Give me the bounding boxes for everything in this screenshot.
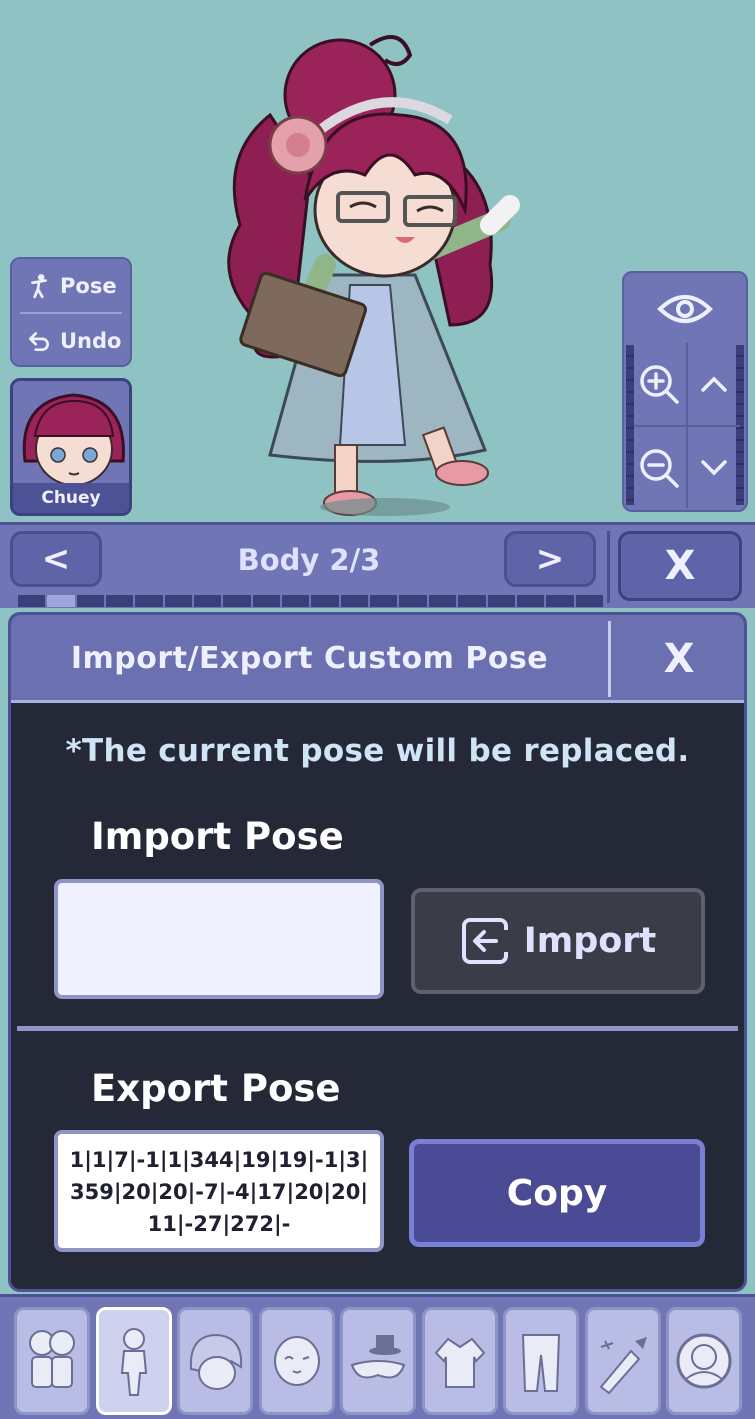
dialog-header: Import/Export Custom Pose X [11,615,744,703]
import-arrow-icon [461,918,508,964]
character-preview[interactable] [200,25,540,520]
undo-button[interactable]: Undo [12,314,130,367]
pose-undo-panel: Pose Undo [10,257,132,367]
progress-segment [370,595,398,607]
category-separator [607,531,610,603]
progress-segment [575,595,603,607]
progress-segment [106,595,134,607]
tool-props[interactable] [585,1307,661,1415]
zoom-out-button[interactable] [636,435,682,501]
pose-figure-icon [31,273,47,298]
eye-icon [657,295,713,323]
close-category-button[interactable]: X [618,531,742,601]
dialog-title: Import/Export Custom Pose [70,641,549,676]
zoom-out-icon [640,449,679,488]
face-icon [274,1336,320,1386]
next-category-button[interactable]: > [504,531,596,587]
import-button[interactable]: Import [411,888,705,994]
tool-presets[interactable] [14,1307,90,1415]
undo-arrow-icon [28,331,49,351]
zoom-in-icon [640,365,679,404]
character-avatar [22,393,125,486]
progress-segment [223,595,251,607]
bottom-clothing-icon [521,1334,561,1392]
tool-profile[interactable] [666,1307,742,1415]
tool-accessories[interactable] [340,1307,416,1415]
progress-segment [76,595,105,607]
category-bar: < Body 2/3 > X [0,522,755,608]
progress-segment [516,595,545,607]
tool-hair[interactable] [177,1307,253,1415]
pose-button[interactable]: Pose [12,259,130,312]
progress-segment [458,595,486,607]
progress-segment [18,595,46,607]
progress-segment [47,595,75,607]
pose-button-label: Pose [60,273,117,298]
progress-segment [252,595,281,607]
import-pose-input[interactable] [54,879,384,999]
camera-up-button[interactable] [692,351,736,417]
character-name: Chuey [13,483,129,513]
camera-divider-horizontal [634,425,740,427]
tool-face[interactable] [259,1307,335,1415]
replace-warning: *The current pose will be replaced. [65,733,690,769]
progress-segment [546,595,574,607]
top-clothing-icon [434,1337,486,1388]
profile-icon [676,1333,732,1389]
camera-down-button[interactable] [692,435,736,501]
progress-segment [135,595,163,607]
progress-segment [428,595,457,607]
hair-icon [189,1333,243,1390]
character-slot-card[interactable]: Chuey [10,378,132,516]
progress-segment [487,595,515,607]
camera-left-strip [626,345,634,505]
import-heading: Import Pose [91,815,344,858]
presets-icon [29,1330,75,1388]
visibility-toggle[interactable] [624,273,746,345]
progress-segment [399,595,427,607]
import-button-label: Import [523,921,657,961]
category-navigator: < Body 2/3 > [10,531,608,611]
character-stage[interactable]: Pose Undo Chuey [0,0,755,525]
undo-button-label: Undo [60,328,122,353]
zoom-in-button[interactable] [636,351,682,417]
progress-segment [194,595,222,607]
bottom-toolbar [0,1294,755,1419]
chevron-down-icon [701,460,727,476]
section-divider [17,1026,738,1031]
category-title: Body 2/3 [237,543,381,577]
progress-segment [164,595,193,607]
category-progress [18,595,603,607]
body-icon [120,1328,148,1396]
tool-bottoms[interactable] [503,1307,579,1415]
progress-segment [311,595,339,607]
tool-tops[interactable] [422,1307,498,1415]
copy-button[interactable]: Copy [409,1139,705,1247]
dialog-close-button[interactable]: X [611,615,744,703]
previous-category-button[interactable]: < [10,531,102,587]
camera-controls [622,271,748,512]
accessories-icon [350,1335,406,1379]
export-pose-code[interactable]: 1|1|7|-1|1|344|19|19|-1|3|359|20|20|-7|-… [54,1130,384,1252]
export-heading: Export Pose [91,1067,341,1110]
props-icon [599,1337,647,1395]
tool-body[interactable] [96,1307,172,1415]
chevron-up-icon [701,376,727,392]
progress-segment [340,595,369,607]
import-export-dialog: Import/Export Custom Pose X *The current… [8,612,747,1292]
progress-segment [282,595,310,607]
